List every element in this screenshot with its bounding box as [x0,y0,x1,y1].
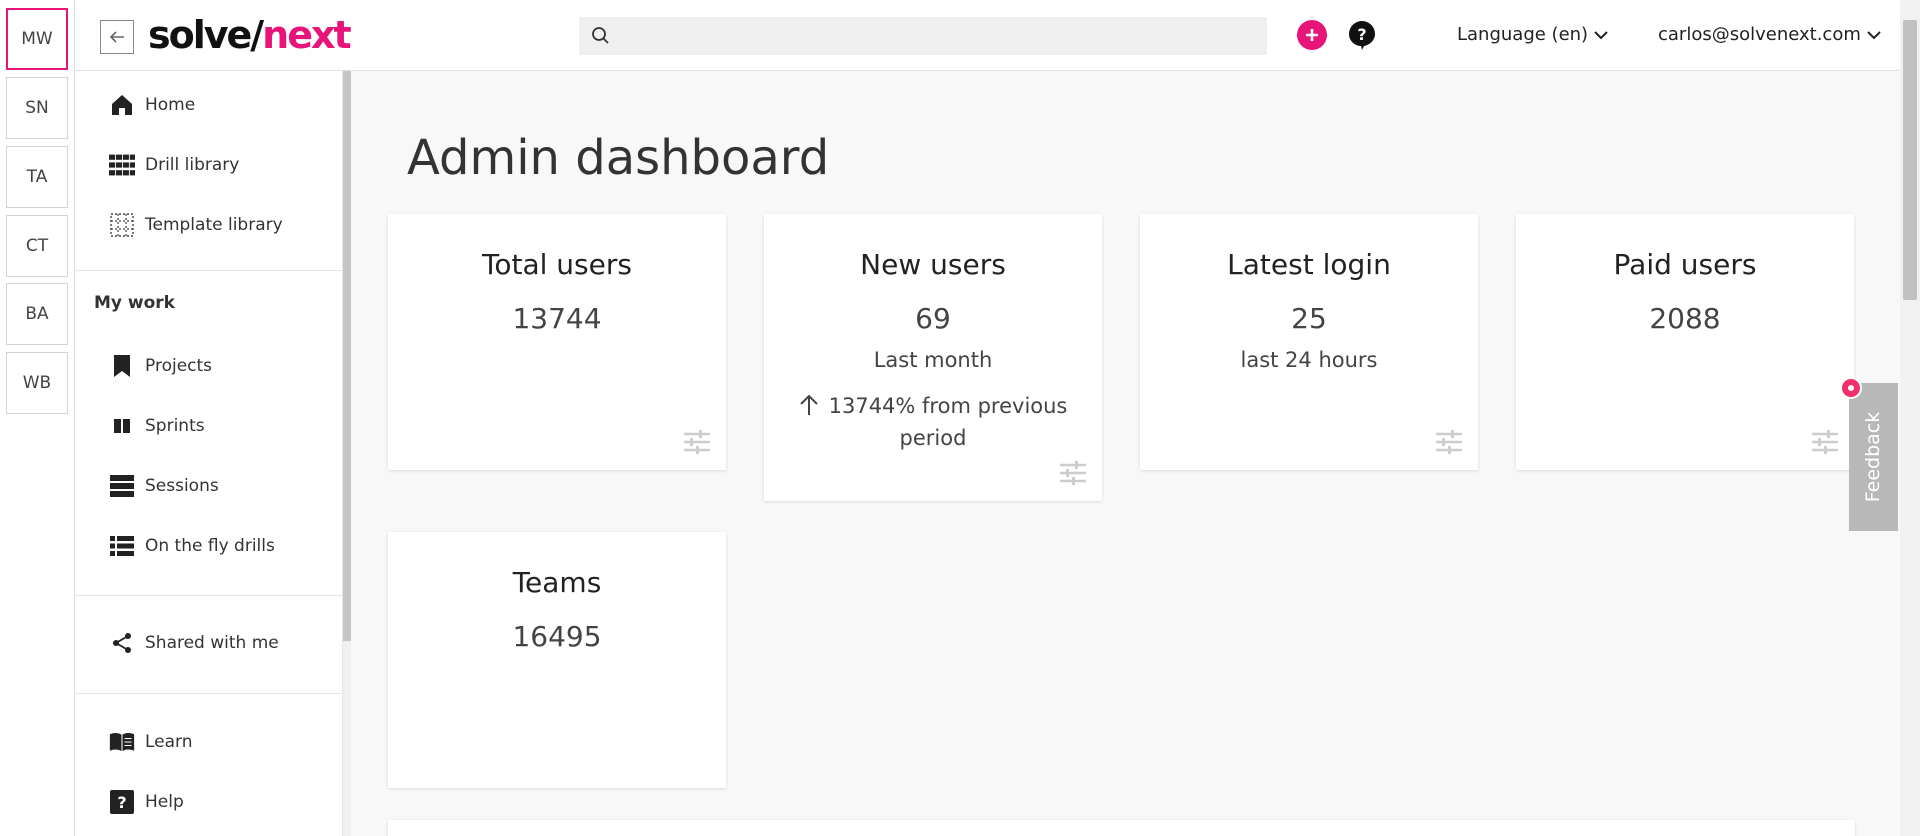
home-icon [109,92,135,118]
help-square-icon: ? [109,789,135,815]
arrow-left-icon [109,31,124,43]
sidebar-item-learn[interactable]: Learn [75,720,343,764]
stat-card-teams: Teams 16495 [388,532,726,788]
columns-icon [109,413,135,439]
feedback-label: Feedback [1862,411,1885,503]
stat-card-new-users: New users 69 Last month 13744% from prev… [764,214,1102,501]
stat-subtitle: last 24 hours [1240,348,1378,372]
sidebar-divider [75,693,343,694]
sidebar-item-drill-library[interactable]: Drill library [75,143,343,187]
search-icon [592,27,609,44]
page-scrollbar-thumb[interactable] [1903,20,1917,300]
logo-text-next: next [262,13,352,57]
workspace-ct-button[interactable]: CT [6,215,68,277]
sidebar-item-label: Drill library [145,155,240,175]
stat-delta: 13744% from previous period [794,390,1072,454]
stat-card-paid-users: Paid users 2088 [1516,214,1854,470]
sidebar-item-projects[interactable]: Projects [75,344,343,388]
stat-value: 13744 [512,302,602,335]
stat-title: Latest login [1227,248,1391,281]
account-menu[interactable]: carlos@solvenext.com [1658,24,1881,45]
tune-icon[interactable] [1812,430,1838,454]
stat-value: 69 [915,302,951,335]
language-selector[interactable]: Language (en) [1457,24,1608,45]
logo-text-solve: solve/ [148,13,264,57]
stat-value: 25 [1291,302,1327,335]
sidebar-item-sprints[interactable]: Sprints [75,404,343,448]
search-input[interactable] [623,17,1253,55]
stat-title: New users [860,248,1006,281]
sidebar-item-template-library[interactable]: Template library [75,203,343,247]
sidebar-item-label: Sessions [145,476,219,496]
arrow-up-icon [799,394,818,415]
stat-title: Total users [482,248,632,281]
page-scrollbar[interactable] [1900,0,1920,836]
sidebar-divider [75,595,343,596]
stat-value: 16495 [512,620,602,653]
sidebar-item-label: Projects [145,356,213,376]
sidebar: Home Drill library Template library My w… [75,71,343,836]
tune-icon[interactable] [1060,461,1086,485]
sidebar-item-label: Help [145,792,184,812]
workspace-wb-button[interactable]: WB [6,352,68,414]
stat-card-total-users: Total users 13744 [388,214,726,470]
workspace-ba-button[interactable]: BA [6,283,68,345]
chevron-down-icon [1594,30,1608,39]
plus-icon [1306,29,1318,41]
top-bar: solve/next ? Language (en) carlos@solven… [75,0,1900,71]
notification-dot-icon [1840,377,1862,399]
stat-title: Paid users [1613,248,1757,281]
app-logo[interactable]: solve/next [148,12,352,58]
search-box [579,17,1267,55]
stat-card-latest-login: Latest login 25 last 24 hours [1140,214,1478,470]
sidebar-item-label: Sprints [145,416,205,436]
chevron-down-icon [1867,30,1881,39]
grid-icon [109,152,135,178]
workspace-sn-button[interactable]: SN [6,77,68,139]
tune-icon[interactable] [684,430,710,454]
sidebar-scrollbar[interactable] [343,71,351,836]
list-icon [109,533,135,559]
content-card [388,820,1855,836]
sidebar-item-sessions[interactable]: Sessions [75,464,343,508]
sidebar-item-help[interactable]: ? Help [75,780,343,824]
stat-title: Teams [512,566,602,599]
account-email: carlos@solvenext.com [1658,24,1861,45]
sidebar-divider [75,270,343,271]
sidebar-item-home[interactable]: Home [75,83,343,127]
sidebar-scrollbar-thumb[interactable] [343,71,351,641]
bookmark-icon [109,353,135,379]
help-button[interactable]: ? [1348,20,1376,54]
create-button[interactable] [1297,20,1327,50]
sidebar-item-label: Shared with me [145,633,279,653]
page-title: Admin dashboard [407,130,830,186]
stack-icon [109,473,135,499]
language-label: Language (en) [1457,24,1589,45]
my-work-heading: My work [94,293,175,313]
sidebar-item-on-the-fly-drills[interactable]: On the fly drills [75,524,343,568]
back-button[interactable] [100,20,134,54]
open-book-icon [109,729,135,755]
share-icon [109,630,135,656]
help-bubble-icon: ? [1349,21,1375,50]
dotted-grid-icon [109,212,135,238]
sidebar-item-label: Home [145,95,196,115]
svg-text:?: ? [117,793,126,812]
workspace-rail: MW SN TA CT BA WB [0,0,75,836]
sidebar-item-label: Template library [145,215,283,235]
svg-text:?: ? [1357,25,1366,44]
stat-value: 2088 [1649,302,1721,335]
workspace-mw-button[interactable]: MW [6,8,68,70]
stat-subtitle: Last month [873,348,993,372]
tune-icon[interactable] [1436,430,1462,454]
sidebar-item-label: On the fly drills [145,536,275,556]
feedback-tab[interactable]: Feedback [1849,383,1898,531]
workspace-ta-button[interactable]: TA [6,146,68,208]
sidebar-item-shared-with-me[interactable]: Shared with me [75,621,343,665]
stat-delta-text: 13744% from previous period [828,394,1068,450]
sidebar-item-label: Learn [145,732,193,752]
